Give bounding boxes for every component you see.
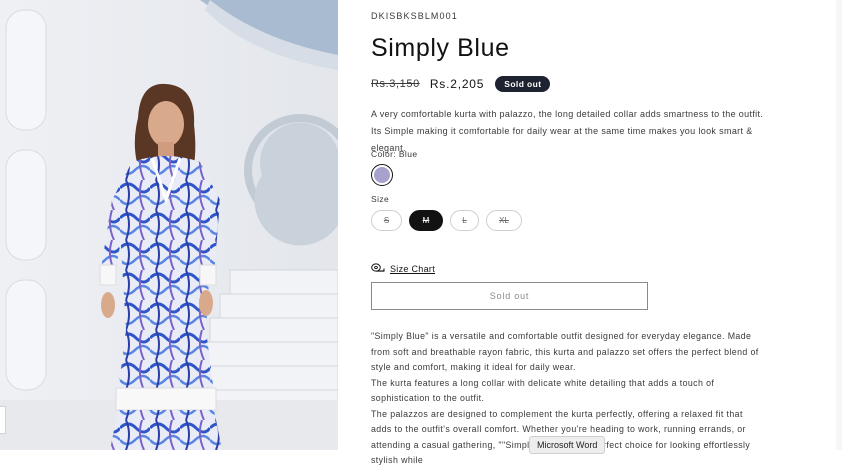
description-paragraph: The kurta features a long collar with de… (371, 377, 715, 404)
sold-out-badge: Sold out (495, 76, 551, 92)
size-option-xl[interactable]: XL (486, 210, 522, 231)
product-title: Simply Blue (371, 34, 510, 62)
short-description: A very comfortable kurta with palazzo, t… (371, 109, 764, 153)
size-options: S M L XL (371, 210, 522, 231)
swatch-fill (374, 167, 390, 183)
size-label: Size (371, 194, 390, 204)
price-row: Rs.3,150 Rs.2,205 Sold out (371, 76, 551, 92)
size-chart-link[interactable]: Size Chart (371, 260, 435, 278)
size-option-m[interactable]: M (409, 210, 443, 231)
size-chart-label: Size Chart (390, 264, 436, 274)
size-option-s[interactable]: S (371, 210, 402, 231)
description-paragraph: "Simply Blue" is a versatile and comfort… (371, 331, 759, 372)
taskbar-tooltip: Microsoft Word (529, 436, 606, 454)
tape-measure-icon (371, 260, 385, 278)
color-swatch-blue[interactable] (371, 164, 393, 186)
model-photo (0, 0, 338, 450)
color-label: Color: Blue (371, 149, 418, 159)
page-scrollbar[interactable] (836, 0, 842, 450)
product-sku: DKISBKSBLM001 (371, 11, 458, 21)
thumbnail-edge[interactable] (0, 406, 6, 434)
sold-out-button[interactable]: Sold out (371, 282, 648, 310)
sale-price: Rs.2,205 (429, 77, 485, 91)
product-image[interactable] (0, 0, 338, 450)
size-option-l[interactable]: L (450, 210, 479, 231)
regular-price: Rs.3,150 (371, 78, 420, 90)
